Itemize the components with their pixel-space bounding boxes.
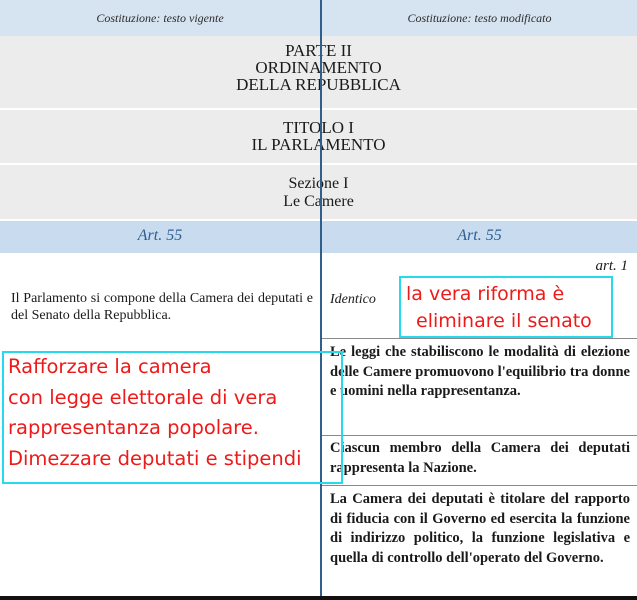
column-divider [320, 0, 322, 600]
row-divider [322, 485, 637, 486]
annotation-left-line-4: Dimezzare deputati e stipendi [8, 446, 302, 470]
row-divider [322, 435, 637, 436]
table-header: Costituzione: testo vigente Costituzione… [0, 0, 637, 36]
header-right-label: Costituzione: testo modificato [407, 11, 552, 25]
paragraph-3: La Camera dei deputati è titolare del ra… [330, 491, 630, 566]
parte-heading: PARTE II ORDINAMENTO DELLA REPUBBLICA [0, 36, 637, 108]
bottom-bar [0, 596, 637, 600]
article-left: Art. 55 [137, 227, 183, 244]
annotation-left-line-3: rappresentanza popolare. [8, 416, 259, 439]
titolo-line-2: IL PARLAMENTO [251, 135, 386, 154]
parte-line-2: ORDINAMENTO [255, 58, 382, 77]
left-article-text: Il Parlamento si compone della Camera de… [11, 291, 313, 323]
titolo-line-1: TITOLO I [283, 118, 354, 137]
annotation-left: Rafforzare la camera con legge elettoral… [8, 352, 353, 474]
article-right: Art. 55 [457, 227, 502, 244]
header-left-label: Costituzione: testo vigente [96, 11, 224, 25]
annotation-top-right-line-1: la vera riforma è [406, 283, 565, 305]
sezione-heading: Sezione I Le Camere [0, 165, 637, 219]
paragraph-1: Le leggi che stabiliscono le modalità di… [330, 344, 630, 399]
parte-line-1: PARTE II [285, 41, 352, 60]
identico-label: Identico [330, 292, 376, 307]
annotation-top-right: la vera riforma è eliminare il senato [404, 281, 614, 335]
article-band: Art. 55 Art. 55 [0, 221, 637, 253]
parte-line-3: DELLA REPUBBLICA [236, 75, 401, 94]
annotation-top-right-line-2: eliminare il senato [416, 310, 592, 332]
annotation-left-line-2: con legge elettorale di vera [8, 385, 278, 409]
annotation-left-line-1: Rafforzare la camera [8, 355, 212, 378]
sezione-line-1: Sezione I [288, 175, 349, 192]
titolo-heading: TITOLO I IL PARLAMENTO [0, 110, 637, 163]
paragraph-2: Ciascun membro della Camera dei deputati… [330, 440, 630, 476]
row-divider [322, 338, 637, 339]
sezione-line-2: Le Camere [283, 193, 354, 210]
art-number: art. 1 [595, 258, 628, 274]
